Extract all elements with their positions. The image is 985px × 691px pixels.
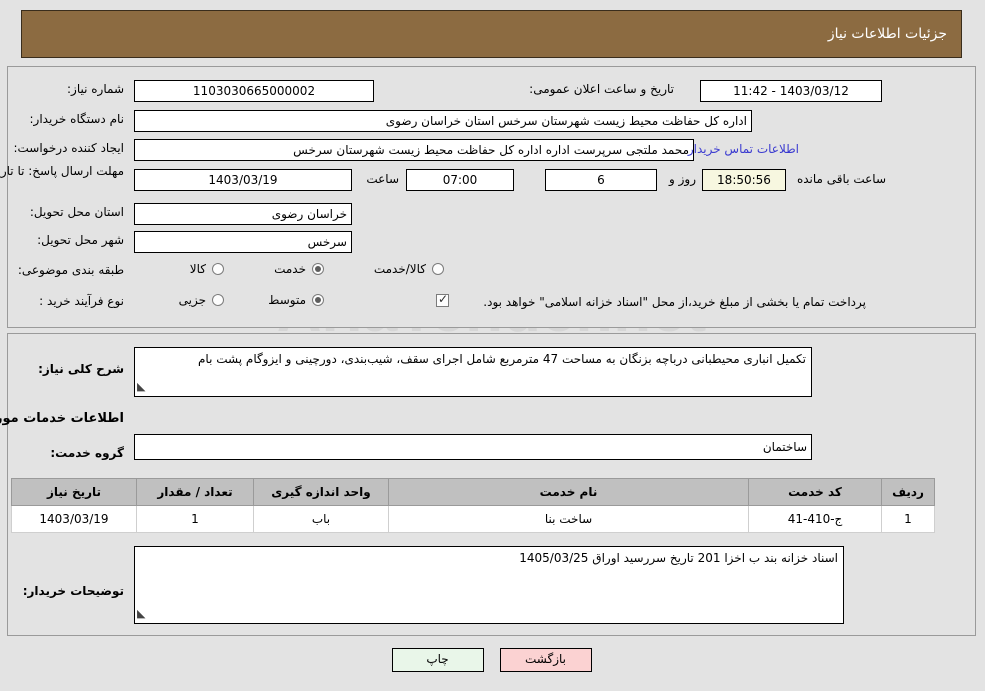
category-radio-kala-khedmat[interactable]: کالا/خدمت: [375, 262, 445, 276]
deadline-label-wrap: مهلت ارسال پاسخ: تا تاریخ:: [0, 163, 125, 179]
services-table-wrap: ردیف کد خدمت نام خدمت واحد اندازه گیری ت…: [12, 478, 936, 533]
col-quantity: تعداد / مقدار: [137, 478, 255, 506]
radio-circle-icon[interactable]: [213, 263, 225, 275]
treasury-docs-note: پرداخت تمام یا بخشی از مبلغ خرید،از محل …: [484, 295, 867, 309]
process-radio-motevaset[interactable]: متوسط: [269, 293, 325, 307]
cell-quantity: 1: [137, 505, 255, 533]
time-remaining-value: 18:50:56: [703, 169, 787, 191]
category-radio-kala-label: کالا: [190, 262, 207, 276]
page-header-bar: جزئیات اطلاعات نیاز: [22, 10, 963, 58]
print-button[interactable]: چاپ: [392, 648, 485, 672]
city-value[interactable]: سرخس: [135, 231, 353, 253]
time-remaining-suffix: ساعت باقی مانده: [797, 172, 887, 186]
days-remaining-value[interactable]: 6: [546, 169, 658, 191]
col-unit: واحد اندازه گیری: [254, 478, 390, 506]
cell-need-date: 1403/03/19: [12, 505, 138, 533]
city-label: شهر محل تحویل:: [38, 233, 125, 247]
deadline-time-value[interactable]: 07:00: [407, 169, 515, 191]
radio-circle-icon[interactable]: [433, 263, 445, 275]
radio-circle-icon[interactable]: [313, 263, 325, 275]
treasury-docs-checkbox[interactable]: [437, 292, 450, 307]
need-number-value[interactable]: 1103030665000002: [135, 80, 375, 102]
announce-datetime-label: تاریخ و ساعت اعلان عمومی:: [530, 82, 675, 96]
services-table-head: ردیف کد خدمت نام خدمت واحد اندازه گیری ت…: [12, 478, 936, 506]
buyer-org-label-wrap: نام دستگاه خریدار:: [31, 112, 126, 126]
services-heading: اطلاعات خدمات مورد نیاز: [0, 411, 125, 426]
category-label: طبقه بندی موضوعی:: [18, 263, 125, 277]
announce-datetime-label-wrap: تاریخ و ساعت اعلان عمومی:: [530, 82, 675, 96]
deadline-hour-label: ساعت: [367, 172, 400, 186]
category-radio-kala-khedmat-label: کالا/خدمت: [374, 262, 427, 276]
cell-row-no: 1: [882, 505, 936, 533]
page-title: جزئیات اطلاعات نیاز: [828, 26, 948, 42]
services-table-body: 1 ج-410-41 ساخت بنا باب 1 1403/03/19: [12, 505, 936, 533]
summary-textarea[interactable]: تکمیل انباری محیطبانی درباچه بزنگان به م…: [135, 347, 813, 397]
need-number-label: شماره نیاز:: [68, 82, 125, 96]
deadline-label: مهلت ارسال پاسخ: تا تاریخ:: [0, 164, 125, 178]
col-service-name: نام خدمت: [389, 478, 750, 506]
back-button[interactable]: بازگشت: [500, 648, 593, 672]
province-value[interactable]: خراسان رضوی: [135, 203, 353, 225]
need-info-panel: [8, 66, 977, 328]
process-radio-jozi-label: جزیی: [179, 293, 207, 307]
buyer-contact-link[interactable]: اطلاعات تماس خریدار: [689, 142, 800, 156]
creator-label: ایجاد کننده درخواست:: [14, 141, 125, 155]
category-radio-khedmat-label: خدمت: [275, 262, 307, 276]
buyer-notes-label: توضیحات خریدار:: [23, 584, 125, 598]
resize-grip-icon[interactable]: ◢: [138, 605, 146, 622]
radio-circle-icon[interactable]: [313, 294, 325, 306]
cell-service-name: ساخت بنا: [389, 505, 750, 533]
summary-label: شرح کلی نیاز:: [39, 362, 125, 376]
creator-value[interactable]: محمد ملتجی سرپرست اداره اداره کل حفاظت م…: [135, 139, 695, 161]
category-radio-kala[interactable]: کالا: [191, 262, 225, 276]
buyer-org-label: نام دستگاه خریدار:: [30, 112, 126, 126]
service-group-label: گروه خدمت:: [51, 446, 125, 460]
buyer-notes-textarea[interactable]: اسناد خزانه بند ب اخزا 201 تاریخ سررسید …: [135, 546, 845, 624]
deadline-date-value[interactable]: 1403/03/19: [135, 169, 353, 191]
table-row[interactable]: 1 ج-410-41 ساخت بنا باب 1 1403/03/19: [12, 505, 936, 533]
service-group-value[interactable]: ساختمان: [135, 434, 813, 460]
province-label-wrap: استان محل تحویل:: [31, 205, 125, 219]
buyer-notes-value: اسناد خزانه بند ب اخزا 201 تاریخ سررسید …: [520, 551, 839, 565]
process-radio-jozi[interactable]: جزیی: [180, 293, 225, 307]
page-root: جزئیات اطلاعات نیاز AriaTender.net شماره…: [0, 0, 985, 691]
summary-value: تکمیل انباری محیطبانی درباچه بزنگان به م…: [199, 352, 807, 366]
province-label: استان محل تحویل:: [30, 205, 125, 219]
need-number-row: شماره نیاز:: [68, 82, 125, 96]
category-radio-khedmat[interactable]: خدمت: [275, 262, 325, 276]
radio-circle-icon[interactable]: [213, 294, 225, 306]
announce-datetime-value[interactable]: 1403/03/12 - 11:42: [701, 80, 883, 102]
cell-unit: باب: [254, 505, 390, 533]
col-row-no: ردیف: [882, 478, 936, 506]
services-table: ردیف کد خدمت نام خدمت واحد اندازه گیری ت…: [12, 478, 936, 533]
resize-grip-icon[interactable]: ◢: [138, 378, 146, 395]
col-service-code: کد خدمت: [749, 478, 883, 506]
process-label: نوع فرآیند خرید :: [40, 294, 125, 308]
buyer-org-value[interactable]: اداره کل حفاظت محیط زیست شهرستان سرخس اس…: [135, 110, 753, 132]
cell-service-code: ج-410-41: [749, 505, 883, 533]
col-need-date: تاریخ نیاز: [12, 478, 138, 506]
process-radio-motevaset-label: متوسط: [269, 293, 307, 307]
creator-label-wrap: ایجاد کننده درخواست:: [14, 141, 125, 155]
action-buttons-bar: بازگشت چاپ: [0, 648, 985, 672]
days-remaining-label: روز و: [670, 172, 697, 186]
city-label: شهر محل تحویل:: [38, 233, 125, 247]
city-label-wrap: شهر محل تحویل:: [38, 233, 125, 247]
table-header-row: ردیف کد خدمت نام خدمت واحد اندازه گیری ت…: [12, 478, 936, 506]
